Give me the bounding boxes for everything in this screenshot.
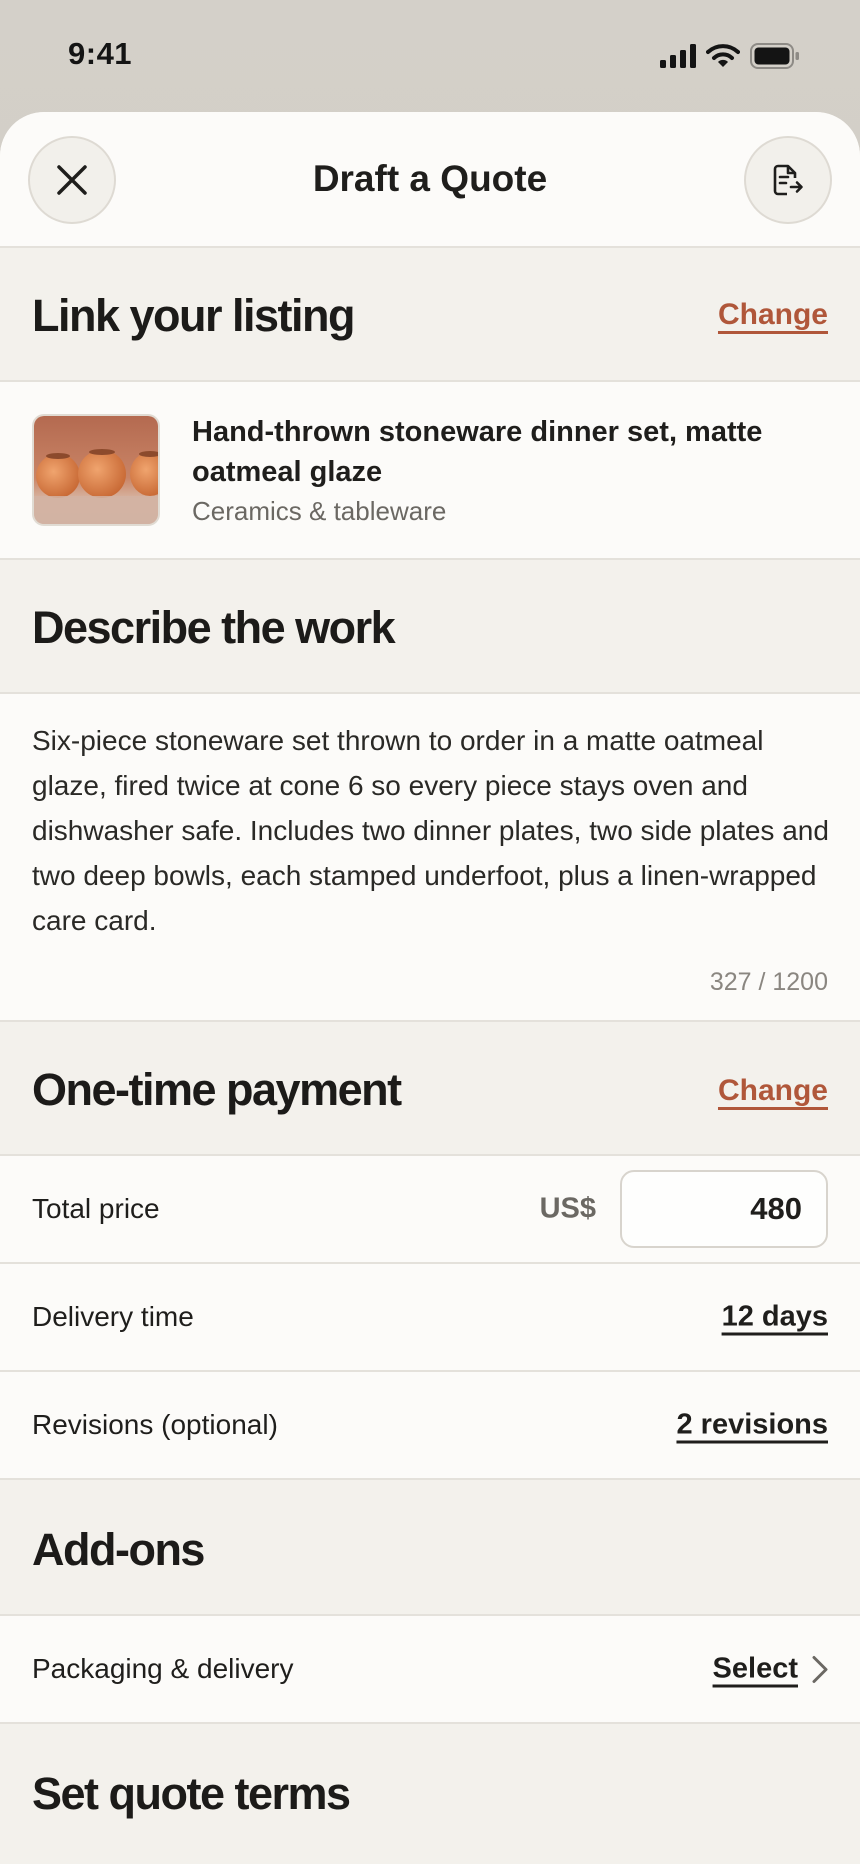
payment-section-header: One-time payment Change (0, 1022, 860, 1156)
signal-icon (660, 44, 696, 68)
listing-title: Hand-thrown stoneware dinner set, matte … (192, 416, 763, 488)
revisions-value[interactable]: 2 revisions (676, 1409, 828, 1442)
delivery-time-value[interactable]: 12 days (722, 1301, 828, 1334)
battery-icon (750, 43, 799, 69)
page-title: Draft a Quote (312, 158, 548, 199)
export-document-button[interactable] (744, 136, 832, 224)
listing-section-header: Link your listing Change (0, 248, 860, 382)
currency-label: US$ (539, 1192, 596, 1225)
section-title-describe: Describe the work (32, 602, 396, 653)
status-icons (660, 42, 800, 70)
describe-section-header: Describe the work (0, 560, 860, 694)
work-description-text[interactable]: Six-piece stoneware set thrown to order … (32, 718, 832, 943)
listing-thumbnail (32, 414, 160, 526)
nav-bar: Draft a Quote (0, 112, 860, 248)
revisions-row[interactable]: Revisions (optional) 2 revisions (0, 1372, 860, 1480)
delivery-time-label: Delivery time (32, 1301, 194, 1332)
character-counter: 327 / 1200 (709, 968, 828, 996)
status-bar: 9:41 (0, 0, 860, 112)
packaging-select[interactable]: Select (713, 1653, 828, 1686)
delivery-time-row[interactable]: Delivery time 12 days (0, 1264, 860, 1372)
addons-section-header: Add-ons (0, 1480, 860, 1616)
revisions-label: Revisions (optional) (32, 1409, 278, 1440)
total-price-input[interactable] (620, 1170, 828, 1248)
packaging-delivery-label: Packaging & delivery (32, 1653, 294, 1684)
packaging-delivery-row[interactable]: Packaging & delivery Select (0, 1616, 860, 1724)
total-price-row: Total price US$ (0, 1156, 860, 1264)
terms-section-header: Set quote terms (0, 1724, 860, 1864)
section-title-payment: One-time payment (32, 1064, 402, 1115)
total-price-label: Total price (32, 1193, 160, 1224)
quote-sheet: Draft a Quote Link your listing Change H… (0, 112, 860, 1864)
listing-category: Ceramics & tableware (192, 496, 447, 526)
change-payment-link[interactable]: Change (718, 1074, 828, 1108)
document-export-icon (773, 164, 803, 196)
section-title-terms: Set quote terms (32, 1768, 351, 1819)
packaging-select-label[interactable]: Select (713, 1653, 798, 1686)
wifi-icon (706, 44, 740, 67)
status-time: 9:41 (68, 36, 133, 71)
section-title-addons: Add-ons (32, 1524, 205, 1575)
change-listing-link[interactable]: Change (718, 298, 828, 332)
linked-listing-card[interactable]: Hand-thrown stoneware dinner set, matte … (0, 382, 860, 560)
work-description-field[interactable]: Six-piece stoneware set thrown to order … (0, 694, 860, 1022)
chevron-right-icon (812, 1655, 828, 1683)
section-title-listing: Link your listing (32, 290, 356, 341)
